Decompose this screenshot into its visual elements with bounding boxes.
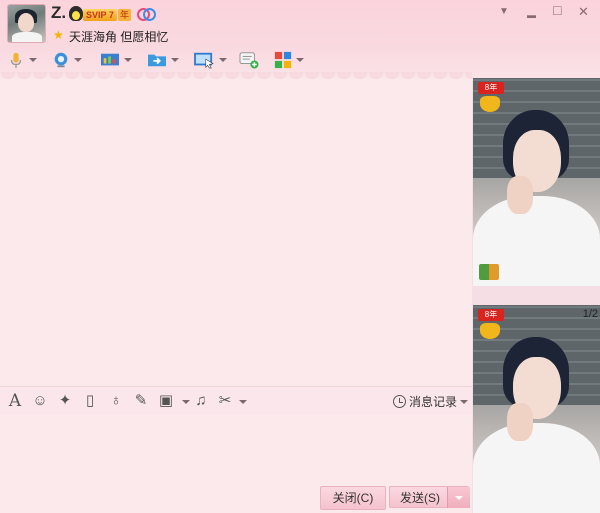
close-icon[interactable]: ✕	[578, 5, 589, 19]
member-years-badge: 8年	[478, 82, 504, 94]
image-icon[interactable]: ▣	[158, 393, 174, 409]
star-icon: ★	[53, 28, 64, 42]
apps-button[interactable]	[273, 47, 304, 73]
chevron-down-icon[interactable]: ▼	[499, 5, 509, 19]
chevron-down-icon[interactable]	[171, 58, 179, 62]
voice-call-button[interactable]	[6, 47, 37, 73]
music-icon[interactable]: ♫	[193, 393, 209, 409]
remote-desktop-button[interactable]	[192, 47, 227, 73]
chevron-down-icon[interactable]	[219, 58, 227, 62]
chevron-down-icon[interactable]	[74, 58, 82, 62]
scissors-icon[interactable]: ✂	[217, 393, 233, 409]
voice-message-icon[interactable]: ♁	[108, 393, 124, 409]
message-history-label: 消息记录	[408, 395, 457, 409]
screen-share-button[interactable]	[99, 47, 132, 73]
message-history-button[interactable]: 消息记录	[392, 393, 468, 410]
medal-icon	[480, 96, 500, 112]
input-toolbar: A ☺ ✦ ▯ ♁ ✎ ▣ ♫ ✂ 消息记录	[0, 386, 472, 415]
link-icon[interactable]	[137, 8, 156, 21]
member-years-badge: 8年	[478, 309, 504, 321]
remote-desktop-icon	[194, 52, 214, 69]
minimize-icon[interactable]: ▬	[527, 8, 536, 22]
svip-badge[interactable]: SVIP 7	[83, 9, 117, 21]
qq-show-item-icon	[479, 264, 499, 280]
magic-wand-icon[interactable]: ✦	[57, 393, 73, 409]
file-transfer-icon	[148, 54, 166, 67]
message-history-area[interactable]	[0, 84, 472, 386]
own-show-image[interactable]: 8年 1/2	[473, 305, 600, 513]
chevron-down-icon[interactable]	[124, 58, 132, 62]
year-badge[interactable]: 年	[118, 9, 132, 21]
clock-icon	[392, 395, 406, 408]
chat-toolbar	[0, 47, 330, 75]
qq-penguin-icon[interactable]	[69, 6, 83, 21]
font-icon[interactable]: A	[7, 393, 23, 410]
maximize-icon[interactable]: □	[553, 3, 561, 17]
close-button[interactable]: 关闭(C)	[320, 486, 386, 510]
video-call-button[interactable]	[51, 47, 82, 73]
video-call-icon	[54, 52, 68, 68]
chevron-down-icon[interactable]	[182, 400, 190, 404]
page-indicator[interactable]: 1/2	[583, 308, 598, 320]
contact-signature: 天涯海角 但愿相忆	[69, 30, 169, 44]
send-options-dropdown[interactable]	[447, 487, 470, 508]
create-discussion-button[interactable]	[238, 47, 260, 73]
chevron-down-icon[interactable]	[460, 399, 468, 404]
edit-icon[interactable]: ✎	[133, 393, 149, 409]
chevron-down-icon[interactable]	[29, 58, 37, 62]
screen-share-icon	[101, 53, 119, 66]
file-transfer-button[interactable]	[146, 47, 179, 73]
contact-show-image[interactable]: 8年	[473, 78, 600, 286]
apps-icon	[274, 51, 292, 69]
chevron-down-icon[interactable]	[239, 400, 247, 404]
contact-avatar[interactable]	[7, 4, 46, 43]
emoji-icon[interactable]: ☺	[32, 393, 48, 409]
contact-nickname[interactable]: Z.	[51, 3, 66, 23]
shake-window-icon[interactable]: ▯	[82, 393, 98, 409]
chevron-down-icon[interactable]	[296, 58, 304, 62]
chat-add-icon	[239, 52, 259, 69]
microphone-icon	[10, 52, 22, 69]
medal-icon	[480, 323, 500, 339]
